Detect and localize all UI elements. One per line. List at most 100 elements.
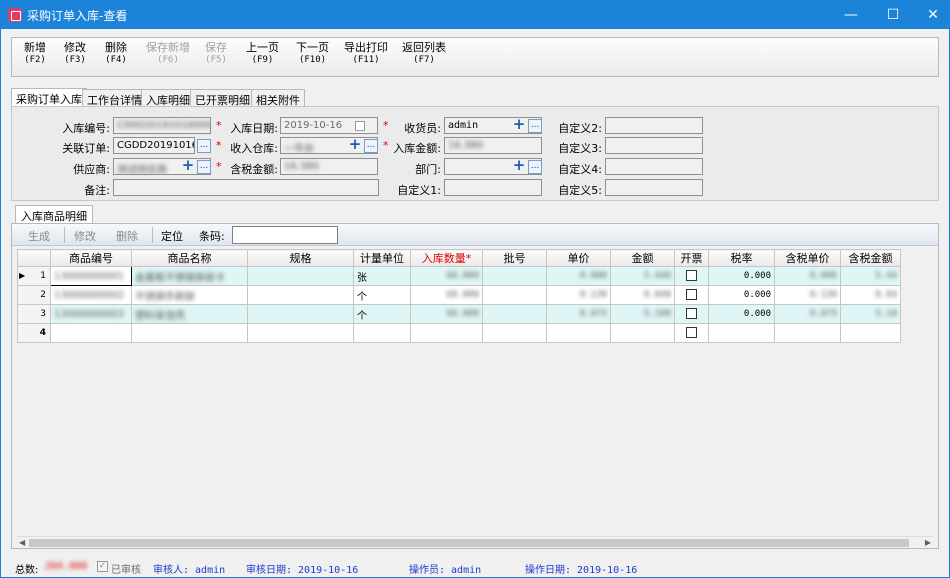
cell-batch[interactable] (482, 285, 547, 305)
cell-batch[interactable] (482, 304, 547, 324)
invoice-checkbox[interactable] (686, 327, 697, 339)
cell-qty[interactable]: 68.000 (410, 304, 483, 324)
generate-button[interactable]: 生成 (28, 228, 50, 244)
next-page-button[interactable]: 下一页 (F10) (296, 42, 329, 66)
cell-name[interactable] (131, 323, 248, 343)
receiver-lookup-button[interactable]: ... (528, 119, 542, 133)
col-header[interactable]: 开票 (674, 249, 709, 267)
item-delete-button[interactable]: 删除 (116, 228, 138, 244)
calendar-icon[interactable] (355, 121, 365, 131)
cell-invoice[interactable] (674, 266, 709, 286)
supplier-lookup-button[interactable]: ... (197, 160, 211, 174)
cell-code[interactable]: 13000000003 (50, 304, 132, 324)
prev-page-button[interactable]: 上一页 (F9) (246, 42, 279, 66)
delete-button[interactable]: 删除 (F4) (105, 42, 127, 66)
custom2-field[interactable] (605, 117, 703, 134)
cell-amount[interactable] (610, 323, 675, 343)
scroll-right-icon[interactable]: ▶ (925, 538, 931, 547)
col-header[interactable]: 金额 (610, 249, 675, 267)
table-row[interactable]: 3 13000000003 塑料架泡壳 个 68.000 0.075 5.100… (17, 304, 901, 324)
cell-tax-price[interactable]: 0.075 (774, 304, 841, 324)
cell-unit[interactable]: 个 (353, 285, 411, 305)
col-header[interactable]: 规格 (247, 249, 354, 267)
cell-batch[interactable] (482, 323, 547, 343)
custom3-field[interactable] (605, 137, 703, 154)
cell-code[interactable]: 13000000002 (50, 285, 132, 305)
cell-rate[interactable]: 0.000 (708, 304, 775, 324)
table-row[interactable]: ▶ 1 13000000001 金属框不锈钢架纸卡 张 68.000 0.080 … (17, 266, 901, 286)
tab-receipt-detail[interactable]: 入库明细 (141, 89, 195, 107)
cell-qty[interactable]: 68.000 (410, 266, 483, 286)
new-button[interactable]: 新增 (F2) (24, 42, 46, 66)
cell-name[interactable]: 塑料架泡壳 (131, 304, 248, 324)
cell-qty[interactable] (410, 323, 483, 343)
receiver-add-icon[interactable]: + (512, 117, 526, 132)
cell-amount[interactable]: 8.840 (610, 285, 675, 305)
related-order-lookup-button[interactable]: ... (197, 139, 211, 153)
cell-spec[interactable] (247, 285, 354, 305)
cell-invoice[interactable] (674, 323, 709, 343)
cell-qty[interactable]: 68.000 (410, 285, 483, 305)
supplier-add-icon[interactable]: + (181, 158, 195, 173)
barcode-input[interactable] (232, 226, 338, 244)
cell-unit[interactable]: 张 (353, 266, 411, 286)
minimize-button[interactable]: — (831, 1, 871, 29)
receipt-no-field[interactable]: C0002019101600001 (113, 117, 211, 134)
tab-purchase-receipt[interactable]: 采购订单入库 (11, 88, 87, 106)
custom5-field[interactable] (605, 179, 703, 196)
cell-invoice[interactable] (674, 285, 709, 305)
cell-batch[interactable] (482, 266, 547, 286)
scrollbar-thumb[interactable] (29, 539, 909, 547)
cell-tax-amount[interactable]: 8.84 (840, 285, 901, 305)
related-order-field[interactable]: CGDD201910160001 (113, 137, 195, 154)
cell-name[interactable]: 不锈钢手刷架 (131, 285, 248, 305)
tab-invoiced-detail[interactable]: 已开票明细 (190, 89, 255, 107)
cell-spec[interactable] (247, 266, 354, 286)
col-header[interactable]: 税率 (708, 249, 775, 267)
invoice-checkbox[interactable] (686, 289, 697, 301)
cell-rate[interactable]: 0.000 (708, 285, 775, 305)
custom4-field[interactable] (605, 158, 703, 175)
cell-tax-amount[interactable]: 5.44 (840, 266, 901, 286)
cell-price[interactable]: 0.075 (546, 304, 611, 324)
table-row[interactable]: 4 (17, 323, 901, 343)
cell-tax-amount[interactable]: 5.10 (840, 304, 901, 324)
locate-button[interactable]: 定位 (161, 228, 183, 244)
item-edit-button[interactable]: 修改 (74, 228, 96, 244)
cell-code[interactable] (50, 323, 132, 343)
tab-attachments[interactable]: 相关附件 (251, 89, 305, 107)
col-header[interactable]: 商品名称 (131, 249, 248, 267)
export-print-button[interactable]: 导出打印 (F11) (344, 42, 388, 66)
col-header[interactable]: 含税金额 (840, 249, 901, 267)
remark-field[interactable] (113, 179, 379, 196)
invoice-checkbox[interactable] (686, 308, 697, 320)
col-header[interactable]: 单价 (546, 249, 611, 267)
cell-amount[interactable]: 5.440 (610, 266, 675, 286)
col-header[interactable]: 批号 (482, 249, 547, 267)
edit-button[interactable]: 修改 (F3) (64, 42, 86, 66)
cell-rate[interactable]: 0.000 (708, 266, 775, 286)
save-button[interactable]: 保存 (F5) (205, 42, 227, 66)
cell-tax-amount[interactable] (840, 323, 901, 343)
tab-workbench-detail[interactable]: 工作台详情 (82, 89, 147, 107)
cell-amount[interactable]: 5.100 (610, 304, 675, 324)
tab-receipt-items[interactable]: 入库商品明细 (15, 205, 93, 223)
col-header-required[interactable]: 入库数量* (410, 249, 483, 267)
cell-tax-price[interactable]: 0.080 (774, 266, 841, 286)
scroll-left-icon[interactable]: ◀ (19, 538, 25, 547)
warehouse-add-icon[interactable]: + (348, 137, 362, 152)
cell-price[interactable]: 0.130 (546, 285, 611, 305)
cell-tax-price[interactable]: 0.130 (774, 285, 841, 305)
cell-code[interactable]: 13000000001 (50, 266, 132, 286)
invoice-checkbox[interactable] (686, 270, 697, 282)
warehouse-lookup-button[interactable]: ... (364, 139, 378, 153)
cell-spec[interactable] (247, 304, 354, 324)
maximize-button[interactable]: ☐ (873, 1, 913, 29)
table-row[interactable]: 2 13000000002 不锈钢手刷架 个 68.000 0.130 8.84… (17, 285, 901, 305)
dept-add-icon[interactable]: + (512, 158, 526, 173)
dept-lookup-button[interactable]: ... (528, 160, 542, 174)
cell-unit[interactable]: 个 (353, 304, 411, 324)
horizontal-scrollbar[interactable]: ◀ ▶ (17, 536, 933, 548)
cell-price[interactable]: 0.080 (546, 266, 611, 286)
cell-spec[interactable] (247, 323, 354, 343)
